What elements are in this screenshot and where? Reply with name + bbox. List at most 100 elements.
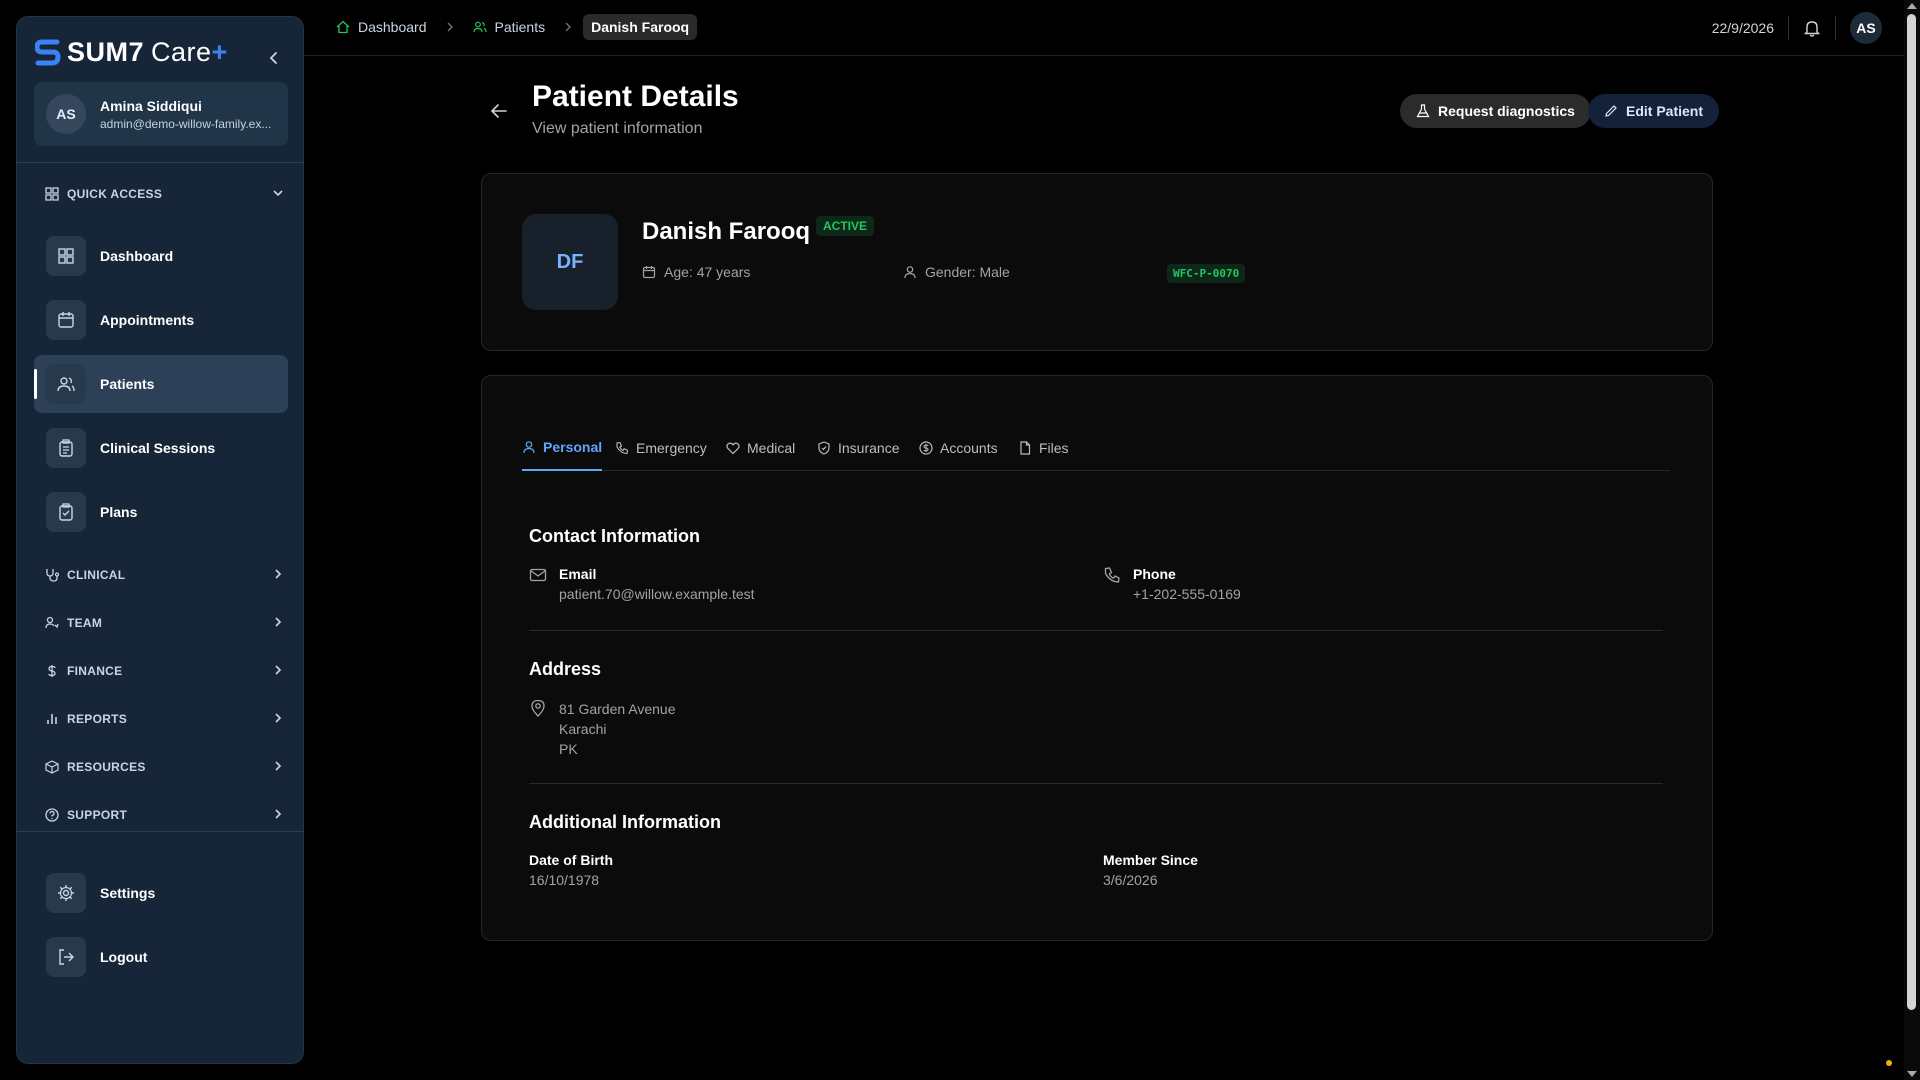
tab-label: Accounts xyxy=(940,439,998,456)
section-label: FINANCE xyxy=(67,664,123,678)
sidebar-item-settings[interactable]: Settings xyxy=(34,864,288,922)
section-team[interactable]: TEAM xyxy=(45,613,293,633)
sidebar-item-label: Settings xyxy=(100,885,156,901)
section-title-contact: Contact Information xyxy=(529,526,700,546)
clipboard-check-icon xyxy=(46,492,86,532)
button-label: Edit Patient xyxy=(1626,103,1704,119)
chevron-right-icon xyxy=(445,22,455,32)
logo-icon xyxy=(35,39,61,65)
sidebar-item-dashboard[interactable]: Dashboard xyxy=(34,227,288,285)
section-clinical[interactable]: CLINICAL xyxy=(45,565,293,585)
section-finance[interactable]: FINANCE xyxy=(45,661,293,681)
chevron-right-icon xyxy=(275,713,282,723)
brand-name: SUM7 Care+ xyxy=(67,37,228,67)
tab-accounts[interactable]: Accounts xyxy=(919,428,998,471)
tab-medical[interactable]: Medical xyxy=(726,428,795,471)
bar-chart-icon xyxy=(47,714,57,724)
divider xyxy=(17,162,303,163)
user-icon xyxy=(904,266,916,279)
avatar: AS xyxy=(46,94,86,134)
sidebar-item-logout[interactable]: Logout xyxy=(34,928,288,986)
bell-icon[interactable] xyxy=(1803,19,1821,37)
user-icon xyxy=(523,440,535,453)
home-icon xyxy=(336,20,350,34)
request-diagnostics-button[interactable]: Request diagnostics xyxy=(1400,94,1591,128)
sidebar-item-patients[interactable]: Patients xyxy=(34,355,288,413)
map-pin-icon xyxy=(531,699,545,717)
sidebar-item-label: Patients xyxy=(100,376,155,392)
breadcrumb-dashboard[interactable]: Dashboard xyxy=(328,14,435,40)
section-label: RESOURCES xyxy=(67,760,146,774)
member-since-label: Member Since xyxy=(1103,852,1198,868)
address-line-2: Karachi xyxy=(559,721,607,737)
member-since-field: Member Since 3/6/2026 xyxy=(1103,852,1198,888)
quick-access-label: QUICK ACCESS xyxy=(67,187,163,201)
phone-label: Phone xyxy=(1133,566,1176,582)
team-icon xyxy=(45,616,59,629)
phone-icon xyxy=(1104,567,1120,583)
dollar-circle-icon xyxy=(919,440,933,455)
sidebar-item-plans[interactable]: Plans xyxy=(34,483,288,541)
tab-files[interactable]: Files xyxy=(1018,428,1069,471)
section-support[interactable]: SUPPORT xyxy=(45,805,293,825)
breadcrumb-current: Danish Farooq xyxy=(583,14,698,40)
page-title: Patient Details xyxy=(532,80,739,113)
sidebar-item-appointments[interactable]: Appointments xyxy=(34,291,288,349)
section-label: TEAM xyxy=(67,616,103,630)
back-button[interactable] xyxy=(488,100,510,122)
page-scrollbar[interactable] xyxy=(1904,0,1920,1080)
shield-icon xyxy=(818,440,830,455)
edit-patient-button[interactable]: Edit Patient xyxy=(1588,94,1720,128)
patient-name: Danish Farooq xyxy=(642,218,811,245)
scroll-up-arrow[interactable] xyxy=(1907,3,1917,9)
flask-icon xyxy=(1416,104,1430,118)
tab-emergency[interactable]: Emergency xyxy=(615,428,707,471)
tab-personal[interactable]: Personal xyxy=(522,428,603,471)
tab-label: Emergency xyxy=(636,439,707,456)
status-badge: ACTIVE xyxy=(816,216,875,236)
calendar-icon xyxy=(46,300,86,340)
arrow-left-icon xyxy=(490,104,507,118)
user-name: Amina Siddiqui xyxy=(100,97,202,114)
chevron-right-icon xyxy=(275,617,282,627)
chevron-right-icon xyxy=(275,665,282,675)
sidebar-item-clinical-sessions[interactable]: Clinical Sessions xyxy=(34,419,288,477)
patient-gender: Gender: Male xyxy=(903,264,1010,280)
address-field: 81 Garden Avenue Karachi PK xyxy=(529,699,676,759)
address-line-1: 81 Garden Avenue xyxy=(559,701,676,717)
clipboard-icon xyxy=(46,428,86,468)
gender-text: Gender: Male xyxy=(925,264,1010,280)
user-avatar-button[interactable]: AS xyxy=(1850,12,1882,44)
section-reports[interactable]: REPORTS xyxy=(45,709,293,729)
section-title-additional: Additional Information xyxy=(529,812,721,832)
sidebar-item-label: Logout xyxy=(100,949,148,965)
collapse-sidebar-button[interactable] xyxy=(263,47,285,69)
calendar-icon xyxy=(642,266,656,279)
sidebar-item-label: Appointments xyxy=(100,312,195,328)
section-label: REPORTS xyxy=(67,712,128,726)
chevron-right-icon xyxy=(275,761,282,771)
brand-logo[interactable]: SUM7 Care+ xyxy=(35,37,228,68)
user-card[interactable]: AS Amina Siddiqui admin@demo-willow-fami… xyxy=(34,82,288,146)
stethoscope-icon xyxy=(46,569,59,582)
sidebar-item-label: Clinical Sessions xyxy=(100,440,216,456)
phone-icon xyxy=(616,441,629,454)
scroll-down-arrow[interactable] xyxy=(1907,1071,1917,1077)
section-resources[interactable]: RESOURCES xyxy=(45,757,293,777)
chevron-left-icon xyxy=(269,52,277,64)
breadcrumb-patients[interactable]: Patients xyxy=(465,14,554,40)
age-text: Age: 47 years xyxy=(664,264,751,280)
quick-access-toggle[interactable]: QUICK ACCESS xyxy=(45,184,293,204)
patient-code-badge: WFC-P-0070 xyxy=(1167,264,1246,283)
breadcrumb-label: Danish Farooq xyxy=(591,19,690,35)
tab-insurance[interactable]: Insurance xyxy=(817,428,899,471)
email-label: Email xyxy=(559,566,597,582)
phone-value: +1-202-555-0169 xyxy=(1133,586,1241,602)
scroll-thumb[interactable] xyxy=(1907,14,1916,1010)
dob-label: Date of Birth xyxy=(529,852,613,868)
current-date: 22/9/2026 xyxy=(1711,20,1774,36)
file-icon xyxy=(1020,440,1031,455)
section-label: CLINICAL xyxy=(67,568,126,582)
patient-avatar: DF xyxy=(522,214,618,310)
member-since-value: 3/6/2026 xyxy=(1103,872,1158,888)
